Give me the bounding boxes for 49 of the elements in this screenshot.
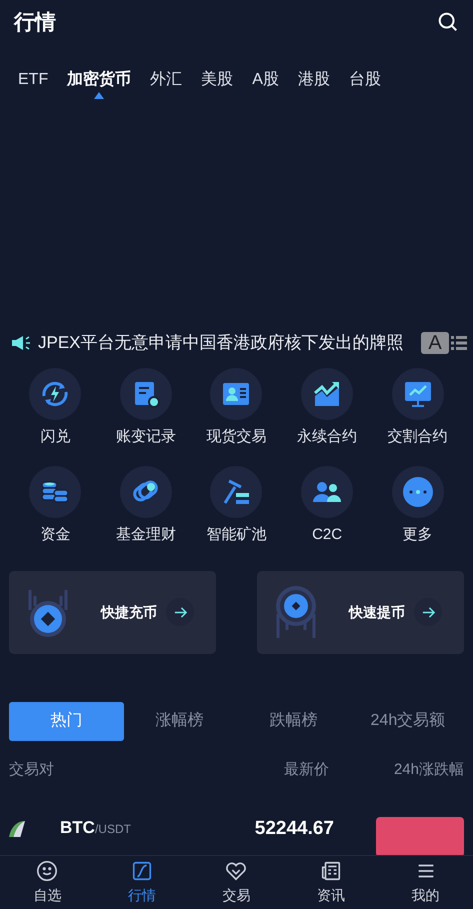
arrow-right-icon <box>174 606 186 618</box>
market-tab[interactable]: 美股 <box>201 66 234 101</box>
shortcut-button[interactable]: 账变记录 <box>100 368 192 448</box>
arrow-right-icon <box>422 606 434 618</box>
search-icon[interactable] <box>437 11 459 34</box>
market-tab[interactable]: 外汇 <box>150 66 182 101</box>
chart-square-icon <box>130 860 153 882</box>
nav-tab[interactable]: 交易 <box>189 856 284 909</box>
market-tab[interactable]: ETF <box>18 66 48 101</box>
newspaper-icon <box>320 860 342 882</box>
shortcut-button[interactable]: 基金理财 <box>100 466 192 546</box>
shortcut-button[interactable]: 交割合约 <box>372 368 463 448</box>
nav-tab[interactable]: 资讯 <box>284 856 378 909</box>
column-header: 最新价 <box>284 760 330 780</box>
column-header: 交易对 <box>9 760 55 780</box>
shortcut-button[interactable]: 永续合约 <box>282 368 372 448</box>
coin-icon <box>273 584 319 640</box>
market-tab[interactable]: 台股 <box>348 66 381 101</box>
shortcut-button[interactable]: C2C <box>282 466 372 546</box>
nav-tab[interactable]: 我的 <box>378 856 473 909</box>
market-tab[interactable]: 港股 <box>298 66 330 101</box>
ranking-tab[interactable]: 24h交易额 <box>352 702 464 740</box>
megaphone-icon <box>10 334 32 352</box>
nav-tab[interactable]: 行情 <box>94 856 190 909</box>
market-tab[interactable]: A股 <box>252 66 279 101</box>
ranking-tab[interactable]: 跌幅榜 <box>238 702 350 740</box>
market-tab[interactable]: 加密货币 <box>67 66 132 101</box>
page-title: 行情 <box>14 10 56 36</box>
font-size-button[interactable]: A <box>421 332 449 354</box>
base-symbol: BTC <box>60 817 95 839</box>
more-icon <box>402 476 434 508</box>
announcement-text: JPEX平台无意申请中国香港政府核下发出的牌照 <box>38 332 404 354</box>
quote-symbol: /USDT <box>94 821 131 838</box>
shortcut-button[interactable]: 资金 <box>10 466 101 546</box>
shortcut-button[interactable]: 更多 <box>372 466 463 546</box>
coin-logo-icon <box>9 821 25 837</box>
tab-indicator-icon <box>94 92 104 99</box>
list-icon[interactable] <box>451 334 467 351</box>
handshake-heart-icon <box>225 860 248 882</box>
ranking-tab[interactable]: 涨幅榜 <box>123 702 236 740</box>
shortcut-button[interactable]: 智能矿池 <box>191 466 282 546</box>
shortcut-button[interactable]: 现货交易 <box>191 368 282 448</box>
shortcut-button[interactable]: 闪兑 <box>10 368 101 448</box>
column-header: 24h涨跌幅 <box>394 760 464 780</box>
quick-action-card[interactable]: 快速提币 <box>257 570 464 654</box>
quick-action-card[interactable]: 快捷充币 <box>9 570 216 654</box>
smiley-icon <box>36 860 58 882</box>
price-text: 52244.67 <box>254 817 334 841</box>
nav-tab[interactable]: 自选 <box>0 856 95 909</box>
